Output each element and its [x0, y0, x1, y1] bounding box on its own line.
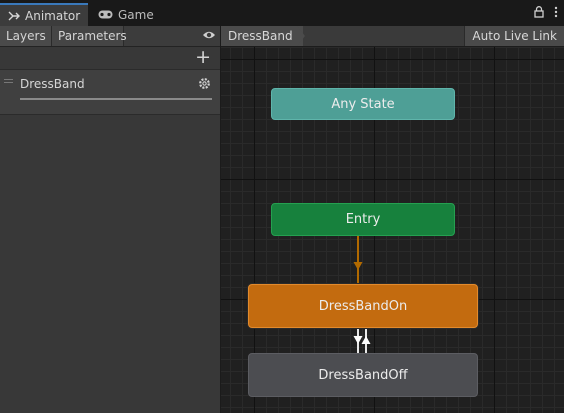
more-vert-icon[interactable]	[554, 6, 558, 18]
transition-entry-to-on[interactable]	[352, 236, 364, 286]
animator-icon	[8, 11, 20, 20]
window-tab-strip: Animator Game	[0, 0, 564, 26]
state-dressbandoff[interactable]: DressBandOff	[248, 353, 478, 397]
gear-icon[interactable]	[198, 77, 211, 90]
layers-panel: Layers Parameters + DressBand	[0, 26, 221, 413]
auto-live-link-button[interactable]: Auto Live Link	[464, 26, 564, 46]
window-actions	[534, 6, 558, 18]
lock-icon[interactable]	[534, 6, 544, 18]
tab-game[interactable]: Game	[90, 3, 160, 26]
drag-handle-icon[interactable]	[4, 79, 13, 85]
eye-icon[interactable]	[202, 29, 216, 41]
state-machine-graph[interactable]: DressBand Auto Live Link Any State Entry…	[221, 26, 564, 413]
tab-parameters[interactable]: Parameters	[52, 26, 127, 46]
breadcrumb[interactable]: DressBand	[221, 26, 303, 46]
layer-name: DressBand	[20, 77, 85, 91]
tab-animator-label: Animator	[25, 8, 81, 23]
gamepad-icon	[98, 10, 113, 19]
plus-icon[interactable]: +	[195, 48, 211, 67]
panel-subtabs: Layers Parameters	[0, 26, 220, 47]
tab-animator[interactable]: Animator	[0, 3, 88, 26]
state-dressbandon[interactable]: DressBandOn	[248, 284, 478, 328]
transition-on-off-pair[interactable]	[352, 328, 372, 354]
tab-game-label: Game	[118, 7, 154, 22]
graph-toolbar: DressBand Auto Live Link	[221, 26, 564, 47]
layer-weight-bar	[20, 98, 212, 100]
breadcrumb-arrow	[297, 26, 305, 46]
add-layer-row: +	[0, 47, 220, 69]
tab-layers[interactable]: Layers	[0, 26, 52, 46]
layer-item[interactable]: DressBand	[0, 69, 220, 115]
state-entry[interactable]: Entry	[271, 203, 455, 236]
state-any-state[interactable]: Any State	[271, 88, 455, 120]
